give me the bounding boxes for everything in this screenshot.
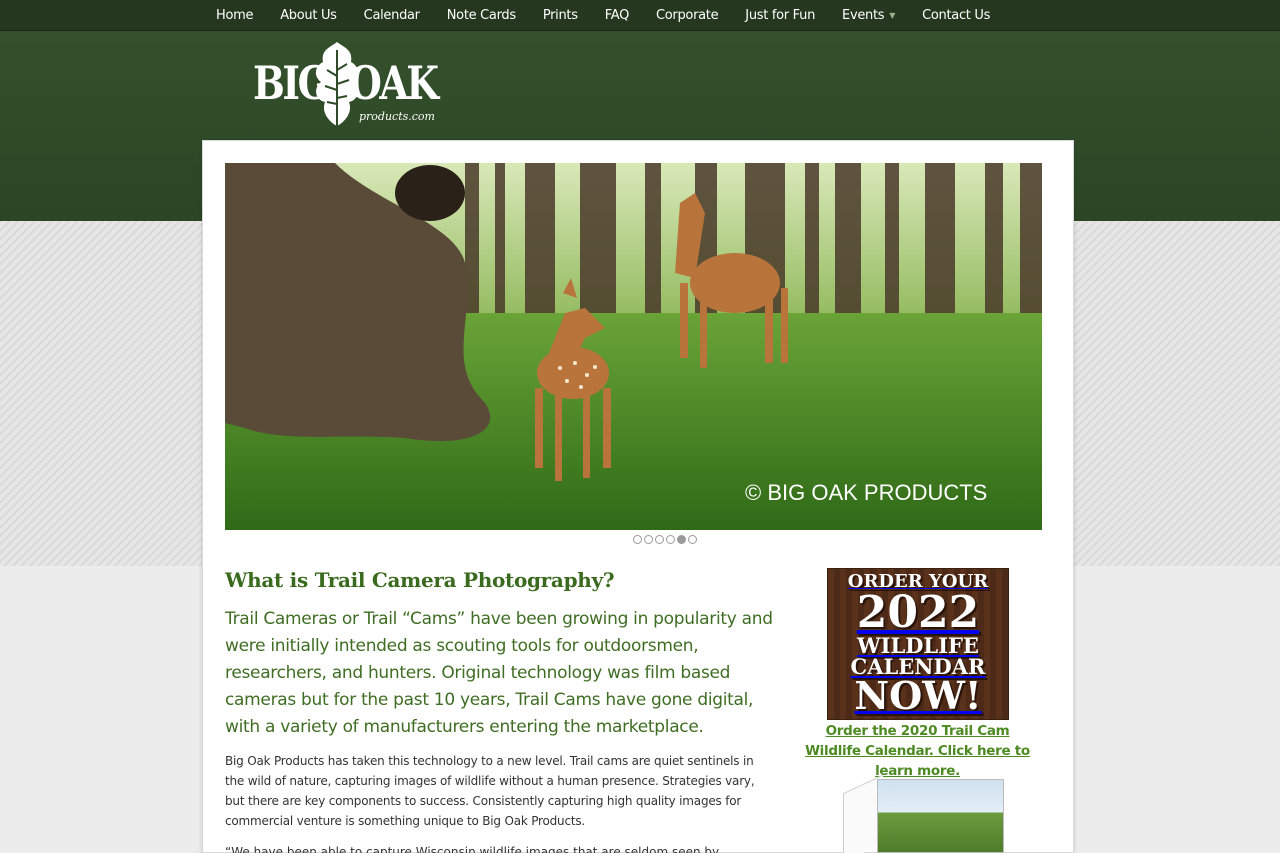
nav-note-cards[interactable]: Note Cards [447, 8, 516, 23]
top-navbar: Home About Us Calendar Note Cards Prints… [0, 0, 1280, 31]
nav-events-label: Events [842, 8, 885, 23]
nav-events[interactable]: Events ▼ [842, 8, 895, 23]
hero-slideshow[interactable]: © BIG OAK PRODUCTS [225, 163, 1042, 530]
slide-dot-2[interactable] [644, 535, 653, 544]
promo-line-2: 2022 [856, 587, 980, 638]
calendar-thumbnail[interactable] [877, 779, 1004, 853]
logo-domain: products.com [359, 110, 435, 123]
promo-caption-link[interactable]: Order the 2020 Trail Cam Wildlife Calend… [800, 721, 1035, 781]
slide-dot-6[interactable] [688, 535, 697, 544]
body-paragraph: Big Oak Products has taken this technolo… [225, 754, 755, 828]
hero-watermark: © BIG OAK PRODUCTS [745, 480, 987, 505]
nav-home[interactable]: Home [216, 8, 254, 23]
slide-dot-5[interactable] [677, 535, 686, 544]
nav-just-for-fun[interactable]: Just for Fun [745, 8, 815, 23]
slide-dot-3[interactable] [655, 535, 664, 544]
nav-prints[interactable]: Prints [543, 8, 578, 23]
page-title: What is Trail Camera Photography? [225, 568, 615, 592]
nav-faq[interactable]: FAQ [605, 8, 630, 23]
slideshow-pager [633, 535, 697, 544]
slide-dot-1[interactable] [633, 535, 642, 544]
lead-paragraph: Trail Cameras or Trail “Cams” have been … [225, 609, 773, 737]
promo-line-3: WILDLIFE CALENDAR [850, 633, 986, 679]
site-logo[interactable]: BIG OAK products.com [253, 40, 439, 132]
nav-calendar[interactable]: Calendar [364, 8, 420, 23]
logo-oak-text: OAK [349, 56, 439, 110]
nav-corporate[interactable]: Corporate [656, 8, 719, 23]
nav-contact-us[interactable]: Contact Us [922, 8, 990, 23]
main-nav: Home About Us Calendar Note Cards Prints… [216, 0, 1017, 31]
nav-about-us[interactable]: About Us [280, 8, 337, 23]
promo-line-4: NOW! [854, 673, 982, 718]
calendar-promo-banner[interactable]: ORDER YOUR 2022 WILDLIFE CALENDAR NOW! [827, 568, 1009, 720]
slide-dot-4[interactable] [666, 535, 675, 544]
hero-image: © BIG OAK PRODUCTS [225, 163, 1042, 530]
quote-paragraph: “We have been able to capture Wisconsin … [225, 845, 720, 853]
chevron-down-icon: ▼ [889, 11, 896, 20]
